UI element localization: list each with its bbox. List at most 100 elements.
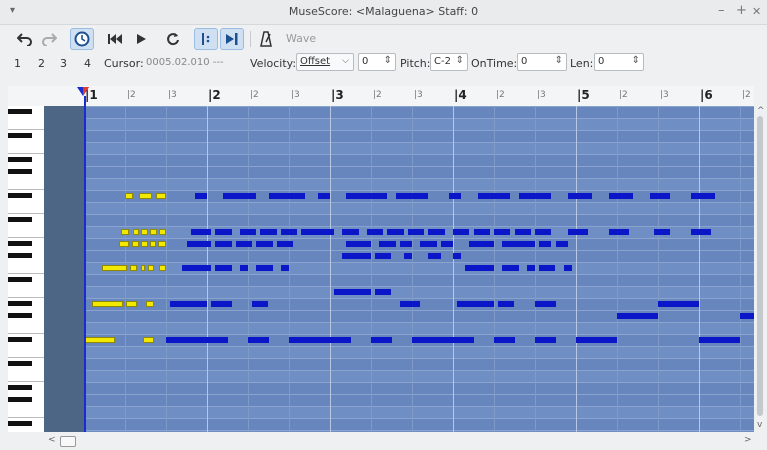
- note-block[interactable]: [260, 229, 277, 235]
- note-block[interactable]: [690, 229, 712, 235]
- note-block-selected[interactable]: [155, 193, 166, 199]
- note-block[interactable]: [379, 241, 396, 247]
- note-block-selected[interactable]: [158, 229, 166, 235]
- note-block[interactable]: [535, 301, 556, 307]
- note-block[interactable]: [342, 229, 359, 235]
- note-block[interactable]: [535, 229, 552, 235]
- play-button[interactable]: [130, 28, 152, 50]
- vertical-scroll-thumb[interactable]: [757, 116, 763, 416]
- note-block[interactable]: [399, 241, 412, 247]
- horizontal-scrollbar[interactable]: < >: [44, 434, 754, 448]
- black-key[interactable]: [8, 241, 32, 246]
- note-block[interactable]: [412, 337, 474, 343]
- note-block[interactable]: [317, 193, 330, 199]
- note-block[interactable]: [653, 229, 671, 235]
- note-block[interactable]: [235, 241, 253, 247]
- black-key[interactable]: [8, 421, 32, 426]
- black-key[interactable]: [8, 133, 32, 138]
- note-block-selected[interactable]: [129, 265, 138, 271]
- ontime-spinbox[interactable]: 0 ⇕: [517, 53, 567, 71]
- note-block-selected[interactable]: [157, 241, 166, 247]
- note-block[interactable]: [420, 241, 437, 247]
- note-block[interactable]: [608, 193, 634, 199]
- note-block[interactable]: [448, 193, 462, 199]
- note-block[interactable]: [334, 289, 371, 295]
- black-key[interactable]: [8, 253, 32, 258]
- wave-button[interactable]: Wave: [286, 32, 316, 45]
- note-block[interactable]: [256, 265, 273, 271]
- note-block[interactable]: [182, 265, 212, 271]
- note-block-selected[interactable]: [84, 337, 115, 343]
- note-block[interactable]: [211, 301, 232, 307]
- horizontal-scroll-thumb[interactable]: [60, 436, 76, 447]
- note-block[interactable]: [280, 265, 289, 271]
- note-block-selected[interactable]: [141, 229, 148, 235]
- note-block[interactable]: [699, 337, 740, 343]
- note-block[interactable]: [428, 253, 441, 259]
- note-block[interactable]: [194, 193, 207, 199]
- black-key[interactable]: [8, 109, 32, 114]
- note-block[interactable]: [190, 229, 212, 235]
- note-block[interactable]: [252, 301, 269, 307]
- piano-roll-grid[interactable]: [84, 106, 754, 432]
- scroll-right-icon[interactable]: >: [744, 435, 752, 445]
- voice-1-button[interactable]: 1: [14, 57, 21, 70]
- note-block[interactable]: [477, 193, 511, 199]
- scroll-up-icon[interactable]: ^: [757, 106, 765, 116]
- note-block[interactable]: [518, 193, 552, 199]
- note-block[interactable]: [215, 229, 232, 235]
- note-block[interactable]: [658, 301, 699, 307]
- note-block[interactable]: [465, 265, 494, 271]
- pan-toggle[interactable]: [220, 28, 244, 50]
- note-block[interactable]: [453, 229, 470, 235]
- note-block[interactable]: [375, 253, 392, 259]
- len-spinbox[interactable]: 0 ⇕: [594, 53, 644, 71]
- note-block[interactable]: [248, 337, 269, 343]
- note-block[interactable]: [399, 301, 421, 307]
- note-block[interactable]: [539, 241, 552, 247]
- note-block[interactable]: [526, 265, 535, 271]
- note-block-selected[interactable]: [102, 265, 128, 271]
- note-block-selected[interactable]: [158, 265, 166, 271]
- note-block[interactable]: [403, 253, 412, 259]
- repeat-toggle[interactable]: [194, 28, 218, 50]
- voice-3-button[interactable]: 3: [60, 57, 67, 70]
- black-key[interactable]: [8, 397, 32, 402]
- black-key[interactable]: [8, 277, 32, 282]
- note-block[interactable]: [215, 241, 232, 247]
- note-block[interactable]: [428, 229, 445, 235]
- note-block[interactable]: [166, 337, 228, 343]
- note-block-selected[interactable]: [133, 229, 140, 235]
- note-block[interactable]: [494, 337, 515, 343]
- note-block[interactable]: [256, 241, 273, 247]
- loop-button[interactable]: [162, 28, 184, 50]
- note-block[interactable]: [555, 241, 568, 247]
- redo-button[interactable]: [38, 28, 60, 50]
- black-key[interactable]: [8, 193, 32, 198]
- black-key[interactable]: [8, 361, 32, 366]
- note-block[interactable]: [502, 241, 519, 247]
- note-block[interactable]: [740, 313, 754, 319]
- scroll-down-icon[interactable]: v: [757, 420, 762, 430]
- metronome-button[interactable]: [256, 28, 276, 50]
- note-block[interactable]: [649, 193, 671, 199]
- note-block[interactable]: [469, 241, 494, 247]
- note-block-selected[interactable]: [141, 241, 148, 247]
- black-key[interactable]: [8, 157, 32, 162]
- black-key[interactable]: [8, 301, 32, 306]
- minimize-button[interactable]: –: [718, 3, 725, 18]
- note-block[interactable]: [518, 241, 535, 247]
- maximize-button[interactable]: +: [736, 3, 747, 18]
- note-block-selected[interactable]: [145, 301, 154, 307]
- note-block-selected[interactable]: [143, 337, 154, 343]
- note-block-selected[interactable]: [139, 193, 152, 199]
- pitch-spinbox[interactable]: C-2 ⇕: [430, 53, 468, 71]
- note-block[interactable]: [366, 229, 384, 235]
- note-block-selected[interactable]: [149, 241, 156, 247]
- note-block[interactable]: [215, 265, 232, 271]
- note-block[interactable]: [371, 337, 392, 343]
- note-block[interactable]: [539, 265, 556, 271]
- note-block-selected[interactable]: [120, 229, 130, 235]
- note-block[interactable]: [239, 229, 257, 235]
- note-block[interactable]: [223, 193, 257, 199]
